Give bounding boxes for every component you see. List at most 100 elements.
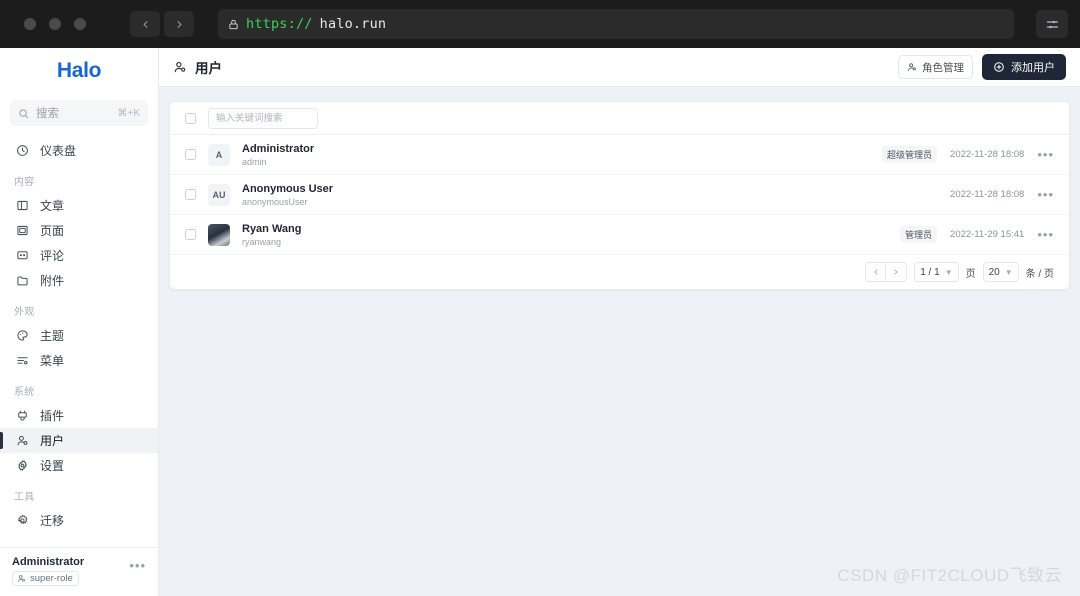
table-search-input[interactable] [208,107,318,129]
maximize-window-button[interactable] [74,18,86,30]
row-meta: 管理员 2022-11-29 15:41 ••• [900,226,1054,243]
chevron-left-icon [874,269,878,275]
sidebar-item-plugins[interactable]: 插件 [0,403,158,428]
sidebar-nav: 仪表盘 内容 文章 页面 评论 附件 外观 主题 菜单 系统 插件 用户 设置 … [0,136,158,547]
timestamp: 2022-11-28 18:08 [950,149,1025,160]
sidebar: Halo 搜索 ⌘+K 仪表盘 内容 文章 页面 评论 附件 外观 主题 菜单 … [0,48,159,596]
role-management-button[interactable]: 角色管理 [898,55,973,79]
main-content: 用户 角色管理 添加用户 输入关键词搜索 A Administrator adm… [159,48,1080,596]
user-handle: anonymousUser [242,196,308,207]
content-area: A Administrator admin 超级管理员 2022-11-28 1… [159,87,1080,596]
sidebar-item-label: 插件 [40,409,65,423]
prev-page-button[interactable] [865,262,887,282]
chevron-down-icon: ▼ [944,267,953,277]
user-name: Administrator [242,142,315,155]
sidebar-item-label: 主题 [40,329,65,343]
page-header: 用户 角色管理 添加用户 [159,48,1080,87]
sidebar-item-label: 附件 [40,274,65,288]
footer-user-info: Administrator super-role [12,556,84,586]
attachment-icon [15,274,29,288]
table-row[interactable]: Ryan Wang ryanwang 管理员 2022-11-29 15:41 … [170,215,1069,255]
minimize-window-button[interactable] [49,18,61,30]
row-more-button[interactable]: ••• [1037,148,1054,161]
table-row[interactable]: AU Anonymous User anonymousUser 2022-11-… [170,175,1069,215]
user-handle: admin [242,156,267,167]
sidebar-item-migrate[interactable]: 迁移 [0,508,158,533]
sidebar-search-label: 搜索 [36,108,59,120]
sidebar-item-dashboard[interactable]: 仪表盘 [0,138,158,163]
user-name: Ryan Wang [242,222,302,235]
table-toolbar [170,102,1069,135]
user-info: Ryan Wang ryanwang [242,223,302,247]
row-checkbox[interactable] [185,149,196,160]
sidebar-item-settings[interactable]: 设置 [0,453,158,478]
footer-user-name: Administrator [12,556,85,568]
window-controls [12,18,106,30]
page-unit-label: 页 [965,268,976,280]
back-button[interactable] [130,11,160,37]
user-info: Administrator admin [242,143,314,167]
select-all-checkbox[interactable] [185,112,196,124]
page-actions: 角色管理 添加用户 [898,54,1066,80]
close-window-button[interactable] [24,18,36,30]
user-info: Anonymous User anonymousUser [242,183,333,207]
status-badge: 管理员 [900,226,938,243]
page-select[interactable]: 1 / 1 ▼ [914,262,959,282]
sidebar-item-attachments[interactable]: 附件 [0,268,158,293]
sidebar-item-comments[interactable]: 评论 [0,243,158,268]
logo-container: Halo [0,48,158,94]
pagination: 1 / 1 ▼ 页 20 ▼ 条 / 页 [170,255,1069,289]
row-more-button[interactable]: ••• [1037,228,1054,241]
sidebar-item-themes[interactable]: 主题 [0,323,158,348]
plugin-icon [15,409,29,423]
search-shortcut-hint: ⌘+K [117,107,140,119]
sidebar-item-menus[interactable]: 菜单 [0,348,158,373]
sidebar-item-label: 设置 [40,459,65,473]
sidebar-item-label: 文章 [40,199,65,213]
sidebar-item-label: 迁移 [40,514,65,528]
user-icon [18,575,25,582]
lock-icon [228,19,239,30]
avatar [208,223,230,246]
dashboard-icon [15,144,29,158]
post-icon [15,199,29,213]
halo-logo: Halo [56,59,102,82]
search-icon [18,108,29,119]
page-size-select[interactable]: 20 ▼ [982,262,1019,282]
sidebar-section-system: 系统 [14,387,35,398]
sidebar-item-label: 仪表盘 [40,144,77,158]
row-more-button[interactable]: ••• [1037,188,1054,201]
sidebar-item-label: 评论 [40,249,65,263]
plus-circle-icon [994,62,1004,72]
forward-button[interactable] [164,11,194,37]
settings-icon [15,459,29,473]
url-host: halo.run [319,16,387,32]
table-row[interactable]: A Administrator admin 超级管理员 2022-11-28 1… [170,135,1069,175]
user-icon [173,60,187,74]
page-value: 1 / 1 [920,266,940,278]
next-page-button[interactable] [886,262,908,282]
user-icon [15,434,29,448]
row-checkbox[interactable] [185,229,196,240]
user-name: Anonymous User [242,182,334,195]
sidebar-item-label: 用户 [40,434,65,448]
row-checkbox[interactable] [185,189,196,200]
chevron-left-icon [143,20,147,28]
page-title-label: 用户 [195,61,222,76]
sidebar-user-footer[interactable]: Administrator super-role ••• [0,547,158,596]
page-title: 用户 [173,57,222,77]
sidebar-search-trigger[interactable]: 搜索 ⌘+K [10,100,148,126]
pagination-arrows [865,262,908,282]
address-bar[interactable]: https:// halo.run [218,9,1014,39]
sidebar-item-pages[interactable]: 页面 [0,218,158,243]
sidebar-section-appearance: 外观 [14,307,35,318]
browser-menu-button[interactable] [1036,10,1068,38]
footer-more-button[interactable]: ••• [129,556,146,572]
sidebar-item-posts[interactable]: 文章 [0,193,158,218]
comment-icon [15,249,29,263]
users-list: A Administrator admin 超级管理员 2022-11-28 1… [170,135,1069,255]
users-card: A Administrator admin 超级管理员 2022-11-28 1… [169,101,1070,290]
timestamp: 2022-11-28 18:08 [950,189,1025,200]
add-user-button[interactable]: 添加用户 [982,54,1066,80]
sidebar-item-users[interactable]: 用户 [0,428,158,453]
